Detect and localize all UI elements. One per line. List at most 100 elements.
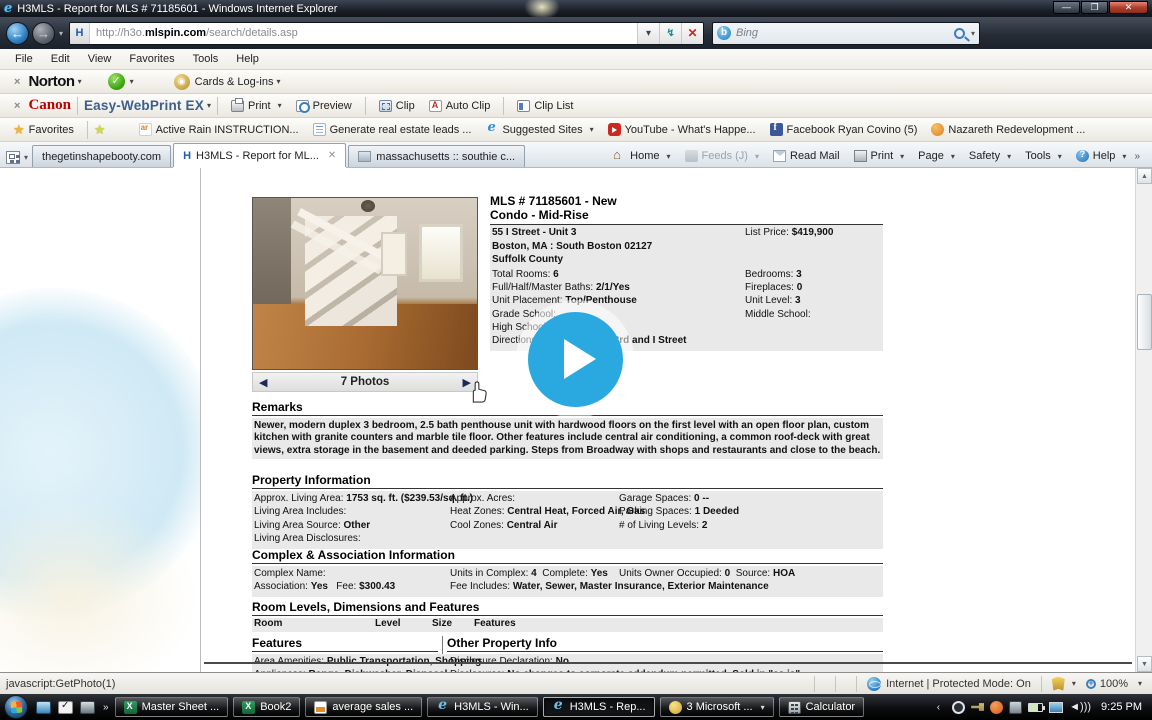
forward-button[interactable]: → [32, 21, 55, 45]
tools-menu-button[interactable]: Tools ▾ [1019, 149, 1068, 163]
window-title: H3MLS - Report for MLS # 71185601 - Wind… [17, 2, 338, 15]
history-dropdown[interactable]: ▾ [59, 29, 63, 38]
tab-h3mls-report[interactable]: H H3MLS - Report for ML... ✕ [173, 143, 347, 167]
minimize-button[interactable]: — [1053, 1, 1080, 14]
address-dropdown[interactable]: ▾ [637, 22, 660, 44]
taskbar-button-h3mls-report[interactable]: H3MLS - Rep... [542, 697, 655, 717]
ie-icon [436, 698, 449, 714]
favorite-link-leads[interactable]: Generate real estate leads ... [306, 123, 479, 136]
easy-webprint-menu[interactable]: Easy-WebPrint EX [84, 98, 204, 113]
volume-icon[interactable]: ◄))) [1069, 701, 1091, 713]
safety-menu-button[interactable]: Safety ▾ [963, 149, 1017, 163]
excel-icon [123, 700, 137, 714]
clip-list-button[interactable]: Clip List [510, 99, 580, 112]
help-icon [1075, 149, 1089, 162]
quick-tabs-icon[interactable] [6, 151, 20, 164]
tray-key-icon[interactable] [971, 703, 985, 711]
tray-clock-icon[interactable] [952, 700, 966, 714]
menu-tools[interactable]: Tools [184, 51, 228, 67]
refresh-button[interactable]: ↯ [659, 22, 682, 44]
quick-launch-overflow-icon[interactable]: » [103, 702, 109, 713]
menu-favorites[interactable]: Favorites [120, 51, 183, 67]
inprivate-shield-icon[interactable] [1051, 676, 1065, 691]
print-button[interactable]: Print ▾ [224, 97, 289, 112]
overflow-chevron-icon[interactable]: » [1134, 151, 1140, 162]
page-menu-button[interactable]: Page ▾ [912, 149, 961, 163]
tab-massachusetts-southie[interactable]: massachusetts :: southie c... [348, 145, 526, 167]
search-box[interactable]: b Bing ▾ [712, 21, 981, 45]
search-options-dropdown[interactable]: ▾ [971, 29, 975, 38]
field-value: 6 [553, 268, 559, 280]
scroll-thumb[interactable] [1137, 294, 1152, 350]
cursor-pointer [472, 381, 487, 403]
listing-photo[interactable] [252, 197, 478, 370]
tab-thegetinshapebooty[interactable]: thegetinshapebooty.com [32, 145, 172, 167]
url-text[interactable]: http://h3o.mlspin.com/search/details.asp [90, 27, 637, 39]
quick-launch-icon[interactable] [58, 700, 73, 714]
cards-logins-menu[interactable]: Cards & Log-ins [195, 76, 274, 88]
favorite-link-youtube[interactable]: YouTube - What's Happe... [601, 123, 763, 136]
norton-menu[interactable]: Norton [28, 73, 75, 90]
show-desktop-icon[interactable] [36, 700, 51, 714]
back-button[interactable]: ← [6, 21, 29, 45]
play-button[interactable] [527, 311, 623, 407]
taskbar-button-master-sheet[interactable]: Master Sheet ... [114, 697, 229, 717]
stop-button[interactable]: ✕ [681, 22, 704, 44]
clip-button[interactable]: Clip [372, 99, 422, 112]
tab-close-icon[interactable]: ✕ [328, 150, 336, 161]
norton-close-icon[interactable]: × [6, 76, 28, 88]
canon-logo: Canon [28, 97, 71, 113]
menu-help[interactable]: Help [227, 51, 268, 67]
scroll-up-arrow[interactable]: ▲ [1137, 168, 1152, 184]
caret-icon: ▾ [206, 101, 211, 110]
favorite-link-activerain[interactable]: Active Rain INSTRUCTION... [132, 123, 306, 136]
previous-photo-arrow[interactable]: ◀ [259, 376, 267, 389]
help-menu-button[interactable]: Help▾ [1070, 149, 1133, 163]
taskbar-button-book2[interactable]: Book2 [233, 697, 301, 717]
tray-expand-icon[interactable]: ‹ [937, 702, 940, 713]
internet-zone-icon [867, 676, 882, 691]
close-button[interactable]: ✕ [1109, 1, 1148, 14]
vertical-scrollbar[interactable]: ▲ ▼ [1135, 168, 1152, 672]
menu-view[interactable]: View [79, 51, 121, 67]
zoom-dropdown[interactable]: ▾ [1138, 679, 1142, 688]
print-command-button[interactable]: Print ▾ [848, 149, 911, 163]
menu-edit[interactable]: Edit [42, 51, 79, 67]
restore-button[interactable]: ❐ [1081, 1, 1108, 14]
feeds-button[interactable]: Feeds (J) ▾ [679, 149, 765, 163]
add-favorite-icon[interactable]: ★ [94, 122, 106, 138]
screen: e H3MLS - Report for MLS # 71185601 - Wi… [0, 0, 1152, 720]
video-play-overlay[interactable] [516, 300, 634, 418]
search-input[interactable]: Bing [736, 27, 954, 39]
menu-file[interactable]: File [6, 51, 42, 67]
favorite-link-facebook[interactable]: Facebook Ryan Covino (5) [763, 122, 925, 136]
clock[interactable]: 9:25 PM [1101, 701, 1142, 713]
address-bar[interactable]: H http://h3o.mlspin.com/search/details.a… [69, 21, 705, 45]
favorite-link-suggested-sites[interactable]: Suggested Sites▾ [478, 120, 600, 136]
identity-safe-lock-icon[interactable]: ◉ [173, 73, 190, 90]
taskbar-button-h3mls-win[interactable]: H3MLS - Win... [427, 697, 538, 717]
favorites-button[interactable]: ★ Favorites [6, 122, 81, 138]
zoom-icon[interactable] [1085, 678, 1096, 689]
start-button[interactable] [4, 695, 28, 719]
zoom-level[interactable]: 100% [1100, 678, 1128, 690]
canon-close-icon[interactable]: × [6, 100, 28, 112]
battery-icon[interactable] [1028, 702, 1046, 712]
read-mail-button[interactable]: Read Mail [767, 149, 846, 163]
taskbar-button-average-sales[interactable]: average sales ... [305, 697, 423, 717]
scroll-down-arrow[interactable]: ▼ [1137, 656, 1152, 672]
auto-clip-button[interactable]: Auto Clip [422, 99, 498, 112]
home-button[interactable]: Home▾ [607, 147, 676, 163]
tray-update-icon[interactable] [990, 700, 1004, 714]
taskbar-button-outlook-group[interactable]: 3 Microsoft ... ▾ [659, 697, 774, 717]
quick-launch-icon[interactable] [80, 700, 95, 714]
search-icon[interactable] [954, 27, 965, 39]
favorite-link-nazareth[interactable]: Nazareth Redevelopment ... [924, 123, 1092, 136]
tab-list-dropdown[interactable]: ▾ [24, 153, 28, 162]
caret-icon[interactable]: ▾ [1072, 679, 1076, 688]
network-icon[interactable] [1049, 701, 1064, 713]
preview-button[interactable]: Preview [289, 99, 359, 113]
taskbar-button-calculator[interactable]: Calculator [778, 697, 865, 717]
norton-safeweb-icon[interactable]: ✓ [107, 73, 125, 90]
tray-display-icon[interactable] [1009, 700, 1023, 714]
